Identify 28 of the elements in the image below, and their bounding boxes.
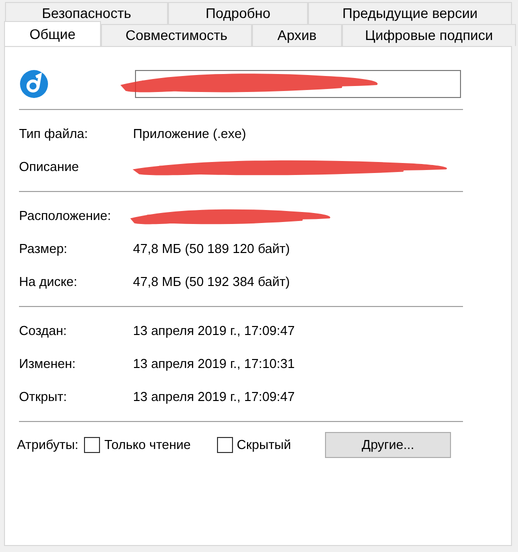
field-value: 47,8 МБ (50 192 384 байт)	[133, 272, 290, 291]
field-label: Расположение:	[19, 206, 112, 225]
tab[interactable]: Архив	[252, 24, 342, 46]
checkbox[interactable]	[84, 437, 100, 453]
tab[interactable]: Предыдущие версии	[308, 2, 512, 24]
checkbox-label: Скрытый	[236, 436, 292, 454]
field-label: Описание	[19, 158, 80, 176]
field-label: На диске:	[19, 272, 78, 291]
app-icon	[19, 69, 49, 99]
other-attributes-button[interactable]: Другие...	[325, 432, 452, 458]
tab[interactable]: Совместимость	[101, 24, 252, 46]
tab[interactable]: Общие	[4, 21, 101, 46]
field-value: Приложение (.exe)	[133, 124, 246, 143]
tab[interactable]: Безопасность	[5, 2, 168, 24]
field-value: 13 апреля 2019 г., 17:10:31	[133, 354, 295, 373]
field-value: 13 апреля 2019 г., 17:09:47	[133, 388, 295, 406]
field-label: Тип файла:	[19, 124, 89, 143]
field-label: Изменен:	[19, 354, 77, 373]
tab[interactable]: Подробно	[168, 2, 308, 24]
field-label: Открыт:	[19, 388, 68, 406]
checkbox-label: Только чтение	[104, 436, 191, 454]
field-value: 13 апреля 2019 г., 17:09:47	[133, 322, 295, 340]
checkbox[interactable]	[216, 437, 233, 453]
tab[interactable]: Цифровые подписи	[342, 24, 516, 46]
field-value: 47,8 МБ (50 189 120 байт)	[133, 240, 290, 258]
attributes-label: Атрибуты:	[17, 436, 78, 454]
field-label: Размер:	[19, 240, 68, 258]
field-label: Создан:	[19, 322, 68, 340]
